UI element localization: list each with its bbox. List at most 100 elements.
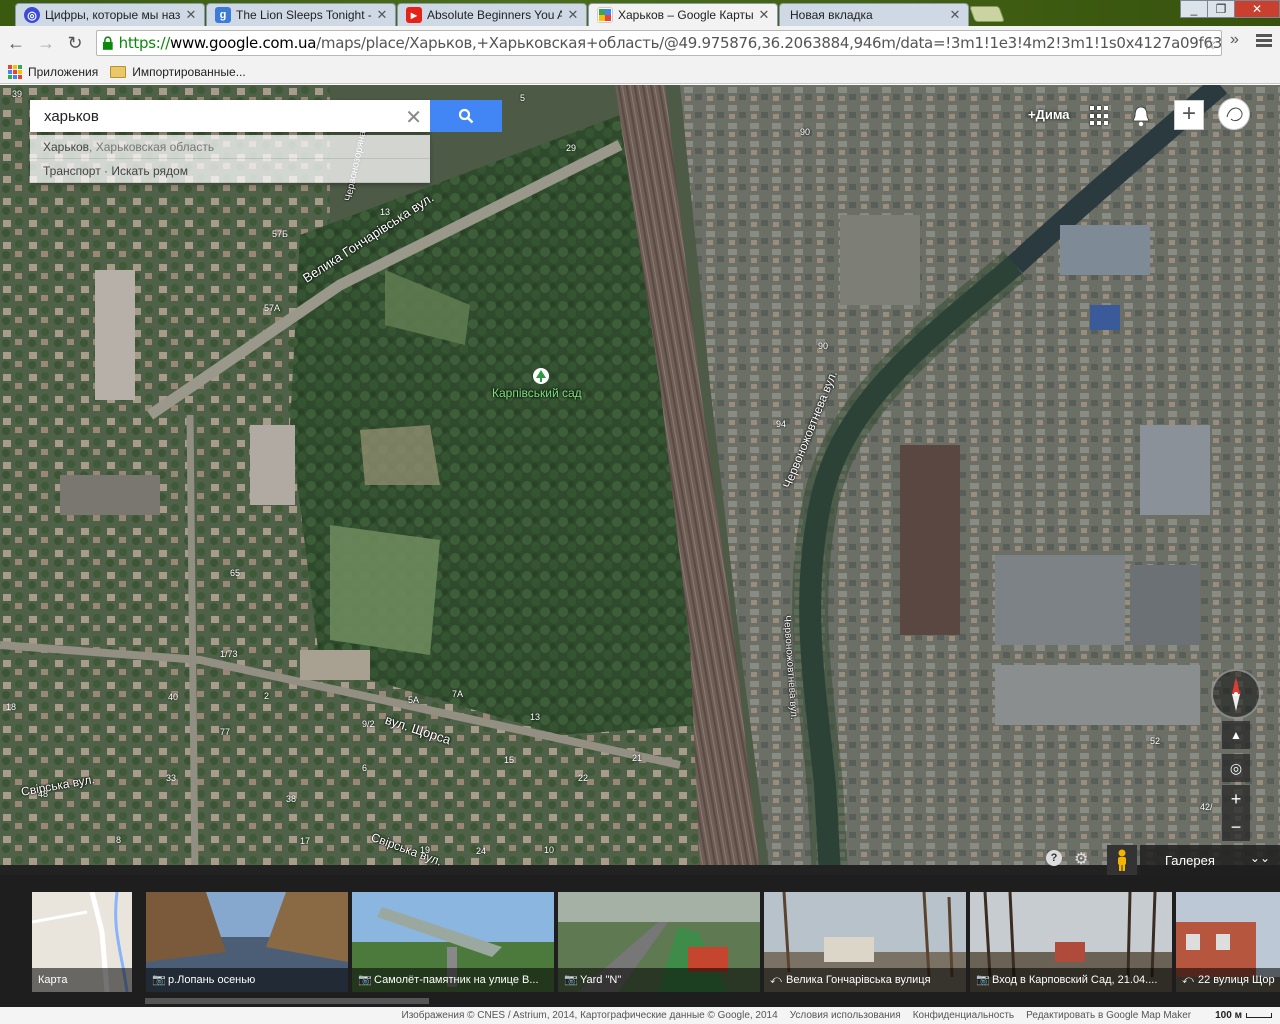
notifications-bell-icon[interactable] — [1130, 104, 1152, 128]
extensions-chevron-icon[interactable]: » — [1230, 31, 1239, 49]
settings-gear-icon[interactable]: ⚙ — [1074, 849, 1088, 869]
house-number: 21 — [632, 753, 643, 763]
bookmark-imported-folder[interactable]: Импортированные... — [110, 64, 246, 79]
tab-close-icon[interactable]: ✕ — [948, 7, 962, 23]
gallery-label: Галерея — [1165, 852, 1215, 868]
tab-close-icon[interactable]: ✕ — [757, 7, 771, 23]
maximize-icon: ❐ — [1215, 2, 1227, 16]
search-button[interactable] — [430, 100, 502, 132]
minimize-icon: _ — [1190, 2, 1198, 16]
caption-text: Yard "N" — [580, 974, 622, 986]
share-plus-button[interactable]: + — [1174, 100, 1204, 130]
photo-thumbnail[interactable]: 📷 Вход в Карповский Сад, 21.04.... — [970, 892, 1172, 992]
google-apps-icon[interactable] — [1090, 106, 1110, 126]
house-number: 19 — [420, 845, 431, 855]
camera-icon: 📷 — [976, 974, 990, 986]
forward-button[interactable]: → — [34, 31, 58, 55]
tilt-button[interactable]: ▲ — [1222, 721, 1250, 749]
address-bar[interactable]: https:// www.google.com.ua/maps/place/Ха… — [96, 30, 1222, 56]
house-number: 13 — [530, 712, 541, 722]
park-marker-icon[interactable] — [533, 368, 549, 384]
bookmark-apps[interactable]: Приложения — [8, 64, 99, 79]
bookmark-label: Импортированные... — [132, 64, 246, 79]
terms-link[interactable]: Условия использования — [790, 1010, 901, 1021]
new-tab-button[interactable] — [969, 6, 1005, 22]
house-number: 40 — [168, 692, 179, 702]
search-box: ✕ — [30, 100, 430, 132]
satellite-map[interactable]: Велика Гончарівська вул. Червонозоряна в… — [0, 85, 1280, 875]
suggestion-item[interactable]: Транспорт · Искать рядом — [30, 159, 430, 183]
tab-close-icon[interactable]: ✕ — [184, 7, 198, 23]
house-number: 13 — [380, 207, 391, 217]
arrow-right-icon: → — [37, 32, 55, 53]
report-link[interactable]: Редактировать в Google Map Maker — [1026, 1010, 1191, 1021]
maps-favicon-icon — [597, 7, 613, 23]
scale-bar[interactable]: 100 м — [1203, 1010, 1272, 1021]
chrome-menu-icon[interactable] — [1256, 32, 1272, 50]
folder-icon — [110, 65, 127, 78]
gallery-toggle[interactable]: Галерея ⌄⌄ — [1140, 845, 1280, 875]
house-number: 2 — [264, 691, 270, 701]
tab-close-icon[interactable]: ✕ — [375, 7, 389, 23]
browser-tab[interactable]: Новая вкладка ✕ — [779, 3, 969, 26]
browser-tab[interactable]: ▶ Absolute Beginners You A ✕ — [397, 3, 587, 26]
house-number: 5 — [520, 93, 526, 103]
camera-icon: 📷 — [358, 974, 372, 986]
my-location-button[interactable]: ◎ — [1222, 754, 1250, 782]
bookmark-star-icon[interactable]: ☆ — [1203, 34, 1217, 54]
photo-thumbnail[interactable]: ⤺ Велика Гончарівська вулиця — [764, 892, 966, 992]
tilt-icon: ▲ — [1230, 728, 1242, 742]
avatar[interactable] — [1218, 98, 1250, 130]
tab-title: The Lion Sleeps Tonight - — [236, 8, 371, 22]
pegman-streetview-button[interactable] — [1107, 845, 1137, 875]
streetview-icon: ⤺ — [1182, 974, 1194, 986]
browser-tab-active[interactable]: Харьков – Google Карты ✕ — [588, 3, 778, 26]
zoom-out-button[interactable]: − — [1222, 813, 1250, 841]
minimize-button[interactable]: _ — [1180, 0, 1208, 18]
suggestion-item[interactable]: Харьков, Харьковская область — [30, 135, 430, 159]
house-number: 57Б — [272, 229, 288, 239]
google-plus-user-link[interactable]: +Дима — [1028, 107, 1070, 122]
compass-control[interactable] — [1211, 669, 1261, 719]
location-target-icon: ◎ — [1229, 759, 1243, 776]
house-number: 39 — [12, 89, 23, 99]
tab-title: Absolute Beginners You A — [427, 8, 562, 22]
arrow-left-icon: ← — [7, 32, 25, 53]
house-number: 42/ — [1200, 802, 1213, 812]
back-button[interactable]: ← — [4, 31, 28, 55]
help-button[interactable]: ? — [1046, 850, 1062, 866]
zoom-in-button[interactable]: + — [1222, 785, 1250, 813]
map-thumbnail[interactable]: Карта — [32, 892, 132, 992]
browser-tab[interactable]: g The Lion Sleeps Tonight - ✕ — [206, 3, 396, 26]
scale-label: 100 м — [1215, 1010, 1242, 1021]
url-text: www.google.com.ua/maps/place/Харьков,+Ха… — [170, 34, 1221, 52]
house-number: 22 — [578, 773, 589, 783]
photo-thumbnail[interactable]: 📷 Yard "N" — [558, 892, 760, 992]
house-number: 5А — [408, 695, 420, 705]
tab-title: Новая вкладка — [790, 8, 873, 22]
house-number: 9/2 — [362, 719, 375, 729]
photo-thumbnail[interactable]: ⤺ 22 вулиця Щор — [1176, 892, 1280, 992]
minus-icon: − — [1230, 816, 1242, 837]
place-label[interactable]: Карпівський сад — [492, 386, 582, 400]
photo-strip-scrollbar[interactable] — [145, 998, 429, 1004]
clear-search-icon[interactable]: ✕ — [405, 105, 422, 130]
imagery-attribution: Изображения © CNES / Astrium, 2014, Карт… — [401, 1010, 778, 1021]
reload-button[interactable]: ↻ — [63, 31, 87, 55]
camera-icon: 📷 — [564, 974, 578, 986]
maximize-button[interactable]: ❐ — [1207, 0, 1235, 18]
search-input[interactable] — [30, 107, 390, 125]
camera-icon: 📷 — [152, 974, 166, 986]
privacy-link[interactable]: Конфиденциальность — [913, 1010, 1014, 1021]
close-window-button[interactable]: ✕ — [1234, 0, 1280, 18]
photo-thumbnail[interactable]: 📷 Самолёт-памятник на улице В... — [352, 892, 554, 992]
map-footer: Изображения © CNES / Astrium, 2014, Карт… — [0, 1007, 1280, 1024]
reload-icon: ↻ — [67, 32, 83, 53]
tab-close-icon[interactable]: ✕ — [566, 7, 580, 23]
browser-tab[interactable]: ◎ Цифры, которые мы наз ✕ — [15, 3, 205, 26]
caption-text: р.Лопань осенью — [168, 974, 256, 986]
tab-title: Харьков – Google Карты — [618, 8, 753, 22]
photo-thumbnail[interactable]: 📷 р.Лопань осенью — [146, 892, 348, 992]
pegman-icon — [1118, 849, 1126, 871]
bookmark-label: Приложения — [28, 64, 99, 79]
